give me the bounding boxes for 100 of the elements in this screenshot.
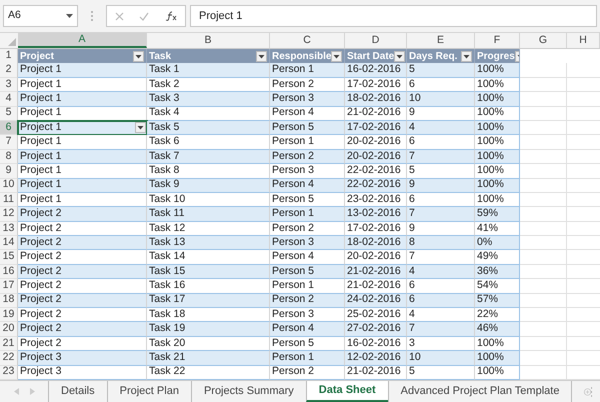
table-cell[interactable]: 20-02-2016 xyxy=(345,150,407,164)
table-cell[interactable]: Task 15 xyxy=(147,264,270,280)
table-cell[interactable]: Task 20 xyxy=(147,336,270,352)
table-cell[interactable]: 17-02-2016 xyxy=(345,78,407,92)
sheet-tab[interactable]: Project Plan xyxy=(106,381,191,402)
table-cell[interactable]: Person 3 xyxy=(270,308,345,322)
table-cell[interactable]: 24-02-2016 xyxy=(345,294,407,308)
table-cell[interactable]: Task 18 xyxy=(147,308,270,322)
name-box[interactable]: A6 xyxy=(3,5,78,27)
table-cell[interactable]: 13-02-2016 xyxy=(345,207,407,222)
table-cell[interactable]: Person 3 xyxy=(270,164,345,179)
table-cell[interactable]: Project 1 xyxy=(18,192,147,208)
table-cell[interactable]: Person 1 xyxy=(270,63,345,78)
row-number[interactable]: 2 xyxy=(0,63,18,78)
table-cell[interactable]: 6 xyxy=(407,192,475,208)
row-number[interactable]: 8 xyxy=(0,150,18,164)
table-cell[interactable]: 16-02-2016 xyxy=(345,336,407,352)
table-cell[interactable]: 22-02-2016 xyxy=(345,164,407,179)
table-cell[interactable]: Project 2 xyxy=(18,294,147,308)
table-cell[interactable]: 100% xyxy=(475,92,520,107)
row-number[interactable]: 13 xyxy=(0,222,18,236)
table-cell[interactable]: 5 xyxy=(407,164,475,179)
table-cell[interactable]: Person 4 xyxy=(270,322,345,337)
row-number[interactable]: 20 xyxy=(0,322,18,337)
table-cell[interactable]: 100% xyxy=(475,106,520,121)
table-cell[interactable]: 22-02-2016 xyxy=(345,178,407,193)
column-header[interactable]: C xyxy=(270,33,345,48)
table-cell[interactable]: 9 xyxy=(407,178,475,193)
table-cell[interactable]: 16-02-2016 xyxy=(345,63,407,78)
table-cell[interactable]: 36% xyxy=(475,264,520,280)
row-number[interactable]: 3 xyxy=(0,78,18,92)
row-number[interactable]: 23 xyxy=(0,366,18,380)
close-icon[interactable] xyxy=(114,12,124,20)
table-cell[interactable]: 59% xyxy=(475,207,520,222)
table-cell[interactable]: Person 4 xyxy=(270,106,345,121)
table-cell[interactable]: 21-02-2016 xyxy=(345,279,407,294)
table-cell[interactable]: 4 xyxy=(407,308,475,322)
table-cell[interactable]: Person 1 xyxy=(270,207,345,222)
table-cell[interactable]: Task 13 xyxy=(147,236,270,250)
table-cell[interactable]: 12-02-2016 xyxy=(345,351,407,366)
table-cell[interactable]: 100% xyxy=(475,150,520,164)
row-number[interactable]: 10 xyxy=(0,178,18,193)
table-cell[interactable]: 25-02-2016 xyxy=(345,308,407,322)
table-cell[interactable]: 100% xyxy=(475,178,520,193)
table-cell[interactable]: 100% xyxy=(475,120,520,136)
column-header[interactable]: G xyxy=(520,33,567,48)
table-cell[interactable]: 9 xyxy=(407,106,475,121)
table-cell[interactable]: Task 12 xyxy=(147,222,270,236)
check-icon[interactable] xyxy=(139,12,150,20)
table-cell[interactable]: Task 1 xyxy=(147,63,270,78)
row-number[interactable]: 9 xyxy=(0,164,18,179)
table-cell[interactable]: 17-02-2016 xyxy=(345,222,407,236)
row-number[interactable]: 19 xyxy=(0,308,18,322)
table-cell[interactable]: 7 xyxy=(407,250,475,265)
table-cell[interactable]: 100% xyxy=(475,336,520,352)
table-cell[interactable]: 46% xyxy=(475,322,520,337)
table-cell[interactable]: Project 2 xyxy=(18,336,147,352)
table-cell[interactable]: Task 8 xyxy=(147,164,270,179)
scroll-right-icon[interactable] xyxy=(30,388,34,395)
table-cell[interactable]: Person 2 xyxy=(270,294,345,308)
table-cell[interactable]: Task 7 xyxy=(147,150,270,164)
table-cell[interactable]: 3 xyxy=(407,336,475,352)
filter-dropdown-button[interactable] xyxy=(135,122,146,134)
row-number[interactable]: 1 xyxy=(0,49,18,64)
table-cell[interactable]: 5 xyxy=(407,63,475,78)
table-cell[interactable]: 10 xyxy=(407,351,475,366)
table-cell[interactable]: Project 1 xyxy=(18,150,147,164)
table-cell[interactable]: Project 2 xyxy=(18,322,147,337)
table-cell[interactable]: Task 10 xyxy=(147,192,270,208)
table-cell[interactable]: Person 2 xyxy=(270,78,345,92)
table-cell[interactable]: 7 xyxy=(407,207,475,222)
table-cell[interactable]: Task 5 xyxy=(147,120,270,136)
table-cell[interactable]: 57% xyxy=(475,294,520,308)
table-cell[interactable]: Task 16 xyxy=(147,279,270,294)
table-cell[interactable]: 41% xyxy=(475,222,520,236)
filter-dropdown-button[interactable] xyxy=(331,50,342,62)
column-header[interactable]: B xyxy=(147,33,270,48)
table-cell[interactable]: Task 22 xyxy=(147,366,270,380)
filter-dropdown-button[interactable] xyxy=(461,50,472,62)
column-header[interactable]: H xyxy=(567,33,600,48)
table-cell[interactable]: Task 14 xyxy=(147,250,270,265)
row-number[interactable]: 21 xyxy=(0,336,18,352)
table-cell[interactable]: Project 2 xyxy=(18,250,147,265)
formula-bar[interactable]: Project 1 xyxy=(190,5,597,27)
table-cell[interactable]: Person 5 xyxy=(270,120,345,136)
table-cell[interactable]: Person 2 xyxy=(270,222,345,236)
table-cell[interactable]: 6 xyxy=(407,279,475,294)
table-cell[interactable]: 100% xyxy=(475,135,520,150)
table-cell[interactable]: Person 2 xyxy=(270,366,345,380)
table-cell[interactable]: Person 1 xyxy=(270,351,345,366)
table-cell[interactable]: 49% xyxy=(475,250,520,265)
row-number[interactable]: 16 xyxy=(0,264,18,280)
table-cell[interactable]: 6 xyxy=(407,78,475,92)
table-cell[interactable]: 20-02-2016 xyxy=(345,135,407,150)
column-header[interactable]: E xyxy=(407,33,475,48)
table-cell[interactable]: Person 5 xyxy=(270,192,345,208)
table-cell[interactable]: Project 1 xyxy=(18,178,147,193)
table-cell[interactable]: Person 1 xyxy=(270,279,345,294)
table-cell[interactable]: Project 1 xyxy=(18,164,147,179)
table-cell[interactable]: 100% xyxy=(475,63,520,78)
